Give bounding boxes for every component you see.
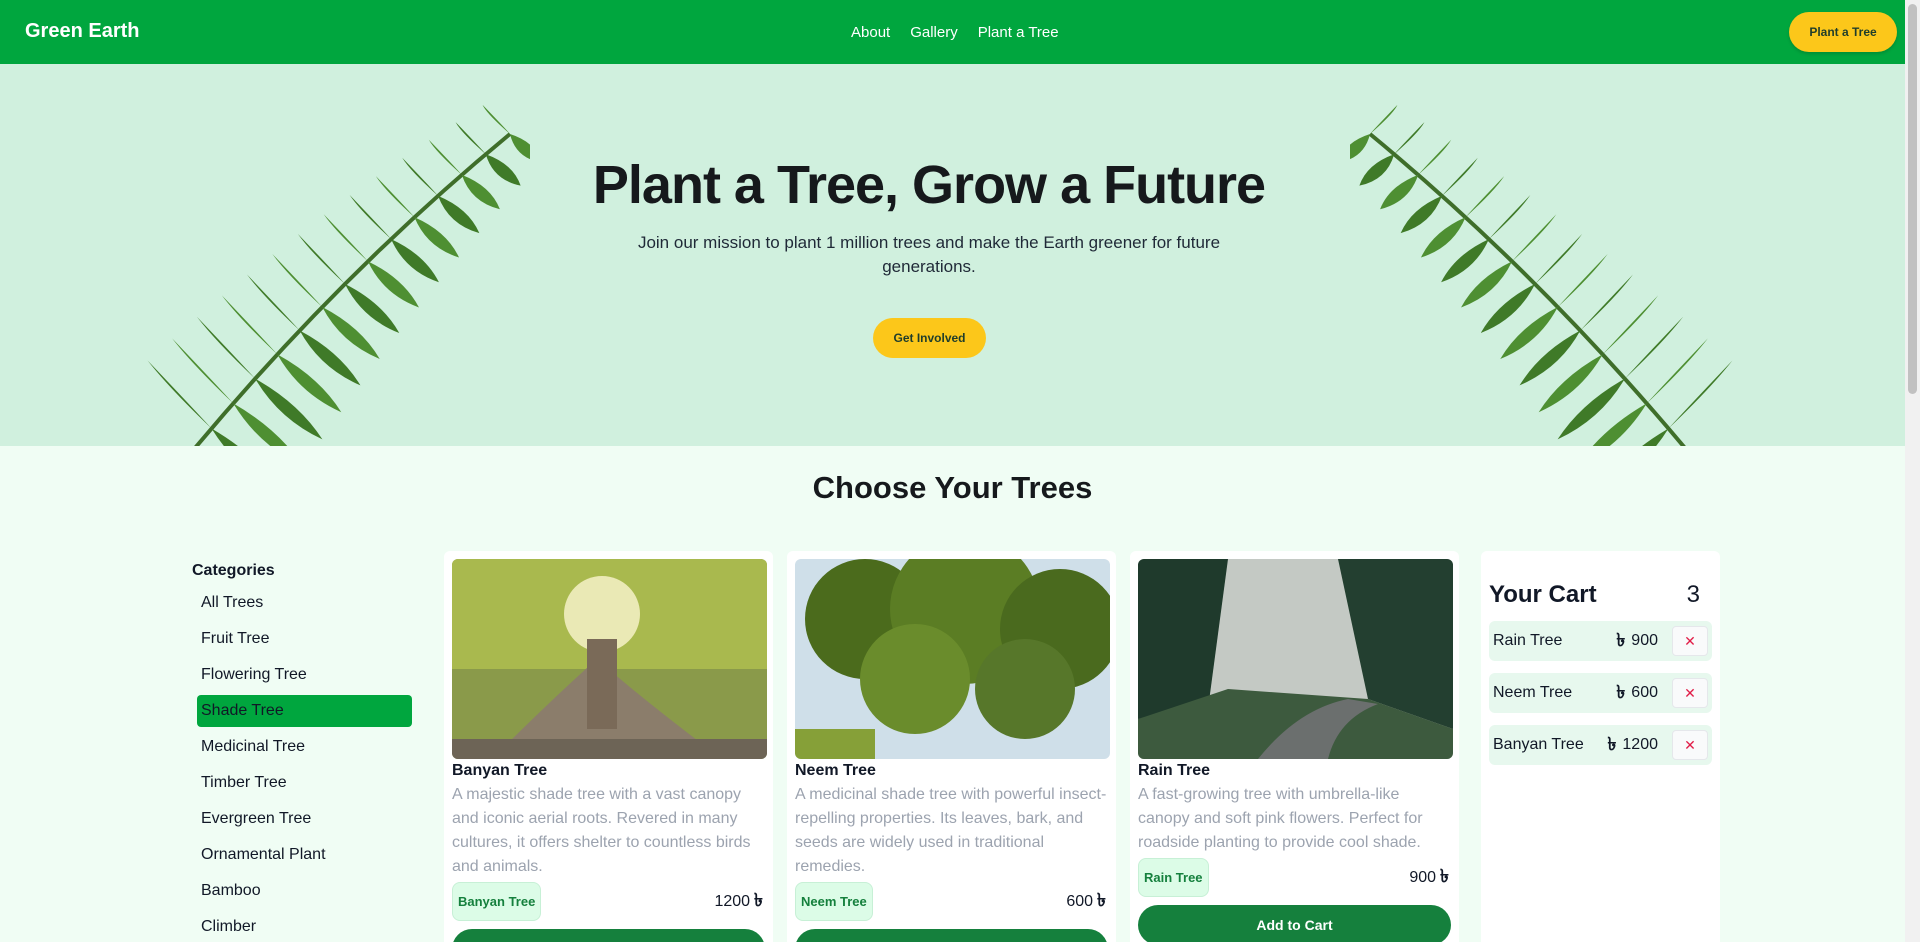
nav-link-about[interactable]: About bbox=[851, 24, 890, 41]
cart-item: Neem Tree ৳ 600 ✕ bbox=[1489, 673, 1712, 713]
card-price: 600 ৳ bbox=[1066, 886, 1108, 917]
tree-card: Rain Tree A fast-growing tree with umbre… bbox=[1130, 551, 1459, 942]
cart-item-price: ৳ 1200 bbox=[1607, 730, 1658, 761]
category-tag: Rain Tree bbox=[1138, 858, 1209, 897]
hero-subtitle: Join our mission to plant 1 million tree… bbox=[637, 233, 1221, 276]
taka-icon: ৳ bbox=[1616, 629, 1626, 650]
cart-title: Your Cart bbox=[1489, 581, 1597, 608]
rain-tree-image bbox=[1138, 559, 1453, 759]
cart-item-name: Neem Tree bbox=[1493, 684, 1573, 701]
cart-item-price: ৳ 900 bbox=[1616, 626, 1658, 657]
category-item-active[interactable]: Shade Tree bbox=[197, 695, 412, 727]
category-item[interactable]: Bamboo bbox=[197, 875, 412, 907]
category-item[interactable]: Flowering Tree bbox=[197, 659, 412, 691]
tree-card: Neem Tree A medicinal shade tree with po… bbox=[787, 551, 1116, 942]
top-navbar: Green Earth About Gallery Plant a Tree P… bbox=[0, 0, 1905, 64]
category-item[interactable]: All Trees bbox=[197, 587, 412, 619]
taka-icon: ৳ bbox=[1616, 681, 1626, 702]
add-to-cart-button[interactable]: Add to Cart bbox=[1138, 905, 1451, 942]
nav-link-plant-a-tree[interactable]: Plant a Tree bbox=[978, 24, 1059, 41]
taka-icon: ৳ bbox=[754, 890, 763, 910]
scrollbar-thumb[interactable] bbox=[1908, 4, 1917, 394]
category-item[interactable]: Timber Tree bbox=[197, 767, 412, 799]
price-value: 1200 bbox=[1622, 736, 1658, 753]
neem-tree-image bbox=[795, 559, 1110, 759]
cart-item-name: Banyan Tree bbox=[1493, 736, 1584, 753]
nav-link-gallery[interactable]: Gallery bbox=[910, 24, 958, 41]
palm-leaf-left-image bbox=[147, 104, 530, 446]
cart-item: Banyan Tree ৳ 1200 ✕ bbox=[1489, 725, 1712, 765]
card-price: 1200 ৳ bbox=[714, 886, 765, 917]
palm-leaf-right-image bbox=[1350, 104, 1733, 446]
card-name: Banyan Tree bbox=[452, 762, 548, 779]
price-value: 900 bbox=[1409, 868, 1437, 886]
card-description: A fast-growing tree with umbrella-like c… bbox=[1138, 786, 1423, 851]
cart-panel: Your Cart 3 Rain Tree ৳ 900 ✕ Neem Tree … bbox=[1481, 551, 1720, 942]
price-value: 600 bbox=[1631, 684, 1658, 701]
section-title: Choose Your Trees bbox=[812, 470, 1093, 505]
cart-item: Rain Tree ৳ 900 ✕ bbox=[1489, 621, 1712, 661]
categories-title: Categories bbox=[192, 562, 275, 579]
card-description: A medicinal shade tree with powerful ins… bbox=[795, 786, 1107, 875]
cart-item-name: Rain Tree bbox=[1493, 632, 1563, 649]
categories-sidebar: Categories All Trees Fruit Tree Flowerin… bbox=[192, 562, 416, 942]
taka-icon: ৳ bbox=[1440, 866, 1449, 886]
category-item[interactable]: Climber bbox=[197, 911, 412, 942]
remove-item-button[interactable]: ✕ bbox=[1672, 626, 1708, 656]
category-item[interactable]: Evergreen Tree bbox=[197, 803, 412, 835]
cart-item-price: ৳ 600 bbox=[1616, 678, 1658, 709]
price-value: 900 bbox=[1631, 632, 1658, 649]
banyan-tree-image bbox=[452, 559, 767, 759]
add-to-cart-button[interactable]: Add to Cart bbox=[452, 929, 765, 942]
remove-item-button[interactable]: ✕ bbox=[1672, 678, 1708, 708]
card-price: 900 ৳ bbox=[1409, 862, 1451, 893]
category-tag: Neem Tree bbox=[795, 882, 873, 921]
category-item[interactable]: Ornamental Plant bbox=[197, 839, 412, 871]
category-item[interactable]: Fruit Tree bbox=[197, 623, 412, 655]
hero-section: Plant a Tree, Grow a Future Join our mis… bbox=[0, 64, 1905, 446]
taka-icon: ৳ bbox=[1607, 733, 1617, 754]
remove-item-button[interactable]: ✕ bbox=[1672, 730, 1708, 760]
price-value: 1200 bbox=[714, 892, 751, 910]
taka-icon: ৳ bbox=[1097, 890, 1106, 910]
cart-count: 3 bbox=[1686, 581, 1700, 608]
add-to-cart-button[interactable]: Add to Cart bbox=[795, 929, 1108, 942]
tree-card: Banyan Tree A majestic shade tree with a… bbox=[444, 551, 773, 942]
hero-title: Plant a Tree, Grow a Future bbox=[592, 155, 1266, 215]
price-value: 600 bbox=[1066, 892, 1094, 910]
card-name: Rain Tree bbox=[1138, 762, 1211, 779]
brand-logo[interactable]: Green Earth bbox=[25, 20, 139, 43]
category-item[interactable]: Medicinal Tree bbox=[197, 731, 412, 763]
card-description: A majestic shade tree with a vast canopy… bbox=[452, 786, 751, 875]
category-tag: Banyan Tree bbox=[452, 882, 542, 921]
card-name: Neem Tree bbox=[795, 762, 876, 779]
page-scrollbar[interactable] bbox=[1905, 0, 1920, 942]
nav-links: About Gallery Plant a Tree bbox=[851, 24, 1059, 41]
get-involved-button[interactable]: Get Involved bbox=[873, 318, 986, 358]
plant-a-tree-button[interactable]: Plant a Tree bbox=[1789, 12, 1897, 52]
